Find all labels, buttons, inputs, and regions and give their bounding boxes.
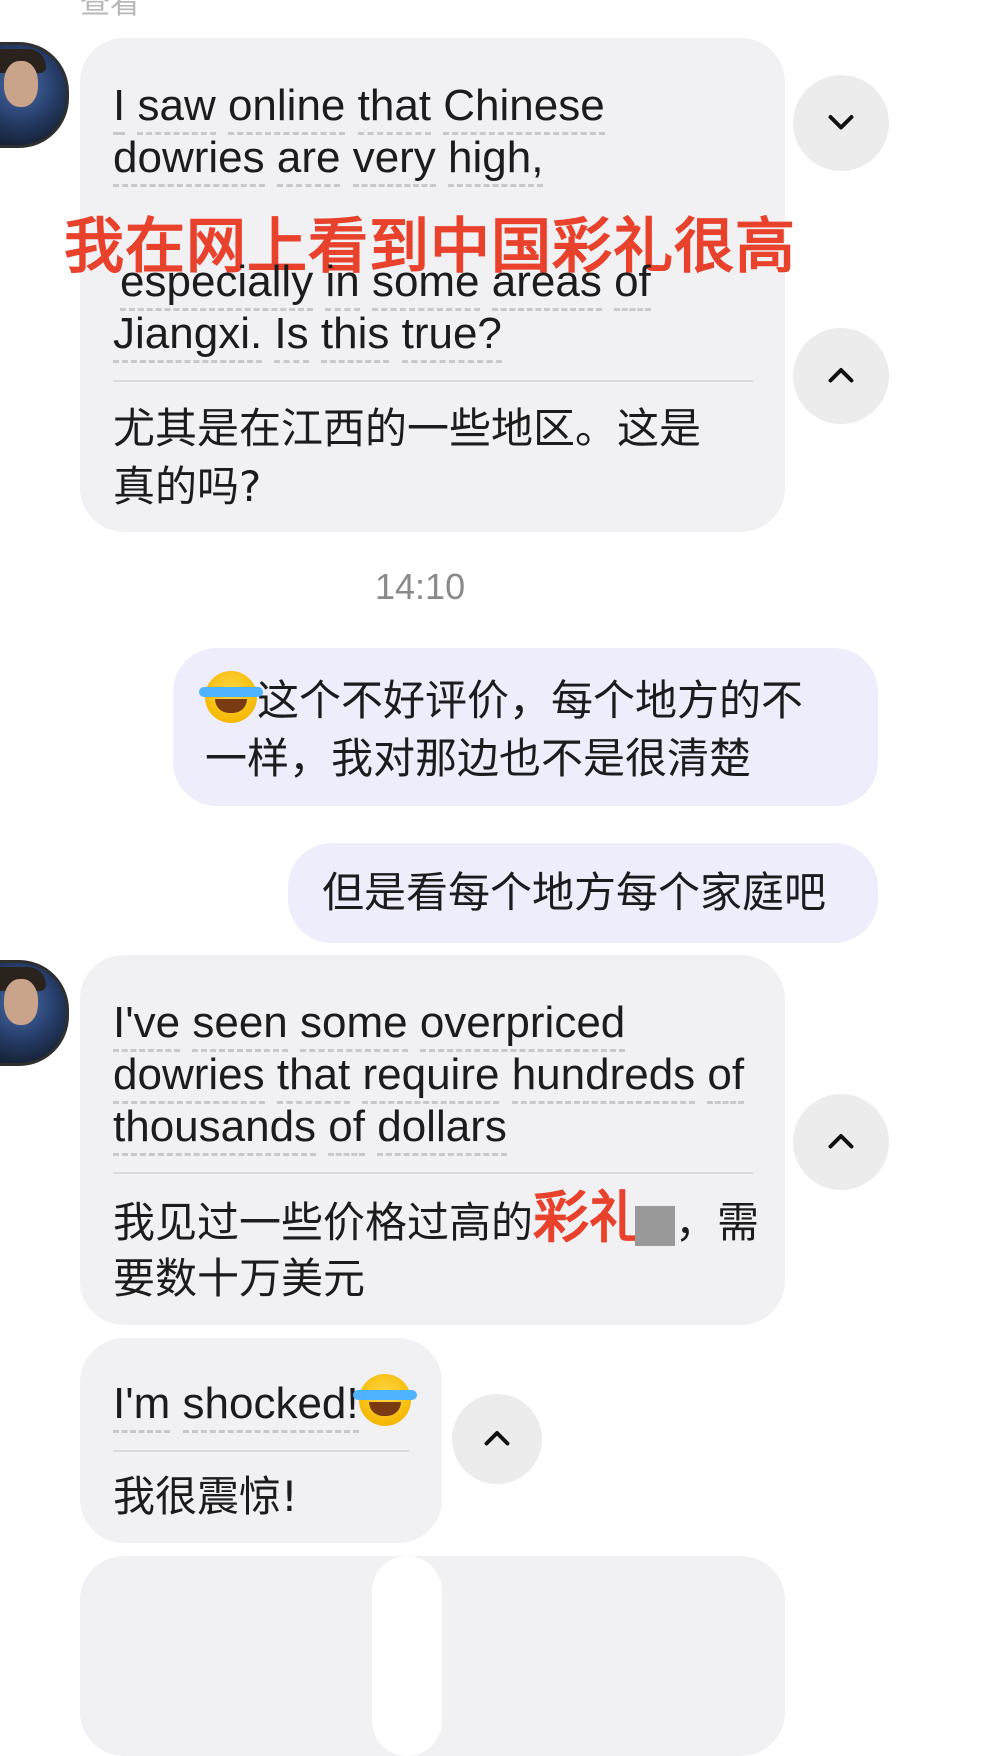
message-original-line: dowries that require hundreds of [113, 1047, 745, 1104]
message-original-line: dowries are very high, [113, 130, 544, 187]
message-text: 但是看每个地方每个家庭吧 [322, 868, 827, 917]
message-original-line: I'm shocked! [113, 1374, 417, 1433]
translation-divider [113, 1172, 753, 1174]
message-timestamp: 14:10 [375, 566, 466, 607]
message-original-line: I saw online that Chinese [113, 78, 605, 135]
chevron-down-icon [828, 115, 854, 130]
expand-translation-button[interactable] [452, 1394, 542, 1484]
red-highlight-text: 彩礼 [533, 1186, 646, 1251]
tears-of-joy-emoji-icon [352, 1374, 417, 1426]
chevron-up-icon [828, 368, 854, 383]
message-original-line: thousands of dollars [113, 1099, 507, 1156]
message-text-line: 这个不好评价，每个地方的不 [199, 670, 803, 732]
message-translation-line: 我见过一些价格过高的彩礼 ，需 [113, 1186, 760, 1251]
next-message-gap [372, 1556, 442, 1756]
previous-message-fragment: 查看 [80, 0, 140, 21]
redaction-block [635, 1205, 676, 1246]
expand-translation-button[interactable] [793, 1094, 889, 1190]
collapse-translation-button[interactable] [793, 75, 889, 171]
tears-of-joy-emoji-icon [199, 671, 263, 723]
message-original-line: Jiangxi. Is this true? [113, 306, 502, 363]
message-translation-line: 真的吗? [113, 462, 262, 511]
translation-divider [113, 380, 753, 382]
message-translation-line: 尤其是在江西的一些地区。这是 [113, 404, 702, 453]
message-translation-line: 我很震惊! [113, 1472, 298, 1521]
contact-avatar[interactable] [0, 960, 69, 1066]
expand-translation-button[interactable] [793, 328, 889, 424]
message-original-line: I've seen some overpriced [113, 995, 626, 1052]
message-translation-line: 要数十万美元 [113, 1254, 366, 1303]
chevron-up-icon [828, 1134, 854, 1149]
message-original-line: especially in some areas of [120, 254, 651, 311]
chevron-up-icon [484, 1431, 510, 1446]
translation-divider [113, 1450, 409, 1452]
message-text-line: 一样，我对那边也不是很清楚 [205, 734, 752, 783]
contact-avatar[interactable] [0, 42, 69, 148]
